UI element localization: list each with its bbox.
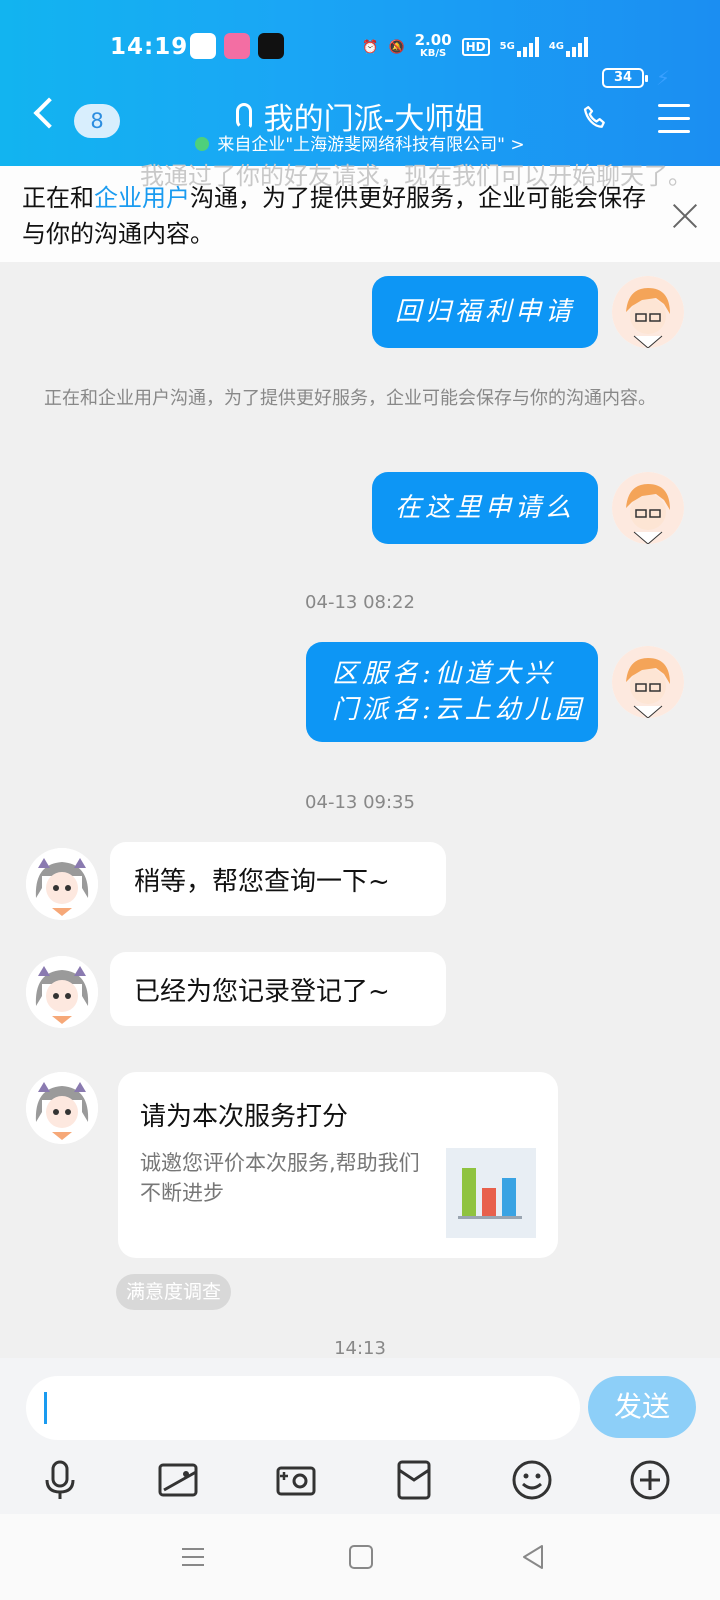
received-message[interactable]: 已经为您记录登记了~ [110,952,446,1026]
send-button[interactable]: 发送 [588,1376,696,1438]
red-packet-icon[interactable] [392,1458,436,1502]
satisfaction-survey-tag[interactable]: 满意度调查 [116,1274,232,1310]
agent-avatar[interactable] [26,956,98,1028]
received-message[interactable]: 稍等，帮您查询一下~ [110,842,446,916]
signal-5g-icon: 5G [500,37,539,57]
agent-avatar[interactable] [26,848,98,920]
chat-header: 14:19 ⏰ 🔕 2.00 KB/S HD 5G 4G 34 ⚡ 8 我的门派… [0,0,720,166]
ear-icon [235,103,252,129]
image-icon[interactable] [156,1458,200,1502]
home-square-icon[interactable] [346,1542,376,1572]
text-caret [44,1392,47,1424]
timestamp: 14:13 [334,1338,386,1359]
alarm-icon: ⏰ [362,39,379,55]
recents-menu-icon[interactable] [178,1542,208,1572]
hd-icon: HD [461,38,490,56]
timestamp: 04-13 09:35 [305,792,415,813]
battery-icon: 34 [602,68,648,88]
sent-message[interactable]: 区服名:仙道大兴 门派名:云上幼儿园 [306,642,598,742]
status-indicators: ⏰ 🔕 2.00 KB/S HD 5G 4G [362,31,658,60]
company-subtitle[interactable]: 来自企业"上海游斐网络科技有限公司" > [0,130,720,155]
signal-4g-icon: 4G [549,37,588,57]
system-message: 正在和企业用户沟通，为了提供更好服务，企业可能会保存与你的沟通内容。 [44,388,656,409]
input-area: 发送 [0,1358,720,1514]
status-bar: 14:19 ⏰ 🔕 2.00 KB/S HD 5G 4G 34 ⚡ [0,30,720,91]
close-notice-icon[interactable] [672,202,698,228]
camera-icon[interactable] [274,1458,318,1502]
mic-icon[interactable] [38,1458,82,1502]
message-input[interactable] [26,1376,580,1440]
baidu-app-icon [190,33,216,59]
my-avatar[interactable] [612,276,684,348]
network-speed: 2.00 KB/S [414,31,452,60]
enterprise-notice-banner: 我通过了你的好友请求，现在我们可以开始聊天了。 正在和企业用户沟通，为了提供更好… [0,162,720,262]
enterprise-user-link[interactable]: 企业用户 [94,184,190,212]
notice-text: 正在和企业用户沟通，为了提供更好服务，企业可能会保存与你的沟通内容。 [22,184,646,248]
bilibili-app-icon [224,33,250,59]
mute-icon: 🔕 [388,39,405,55]
status-time: 14:19 [110,34,189,60]
bar-chart-icon [446,1148,536,1238]
my-avatar[interactable] [612,646,684,718]
agent-avatar[interactable] [26,1072,98,1144]
emoji-icon[interactable] [510,1458,554,1502]
phone-call-icon[interactable] [580,104,610,134]
my-avatar[interactable] [612,472,684,544]
online-dot-icon [195,137,210,151]
sent-message[interactable]: 在这里申请么 [372,472,598,544]
survey-card-title: 请为本次服务打分 [140,1102,349,1132]
survey-card[interactable]: 请为本次服务打分 诚邀您评价本次服务,帮助我们不断进步 [118,1072,558,1258]
plus-icon[interactable] [628,1458,672,1502]
timestamp: 04-13 08:22 [305,592,415,613]
menu-icon[interactable] [658,104,690,143]
survey-card-description: 诚邀您评价本次服务,帮助我们不断进步 [140,1151,420,1205]
tiktok-app-icon [258,33,284,59]
charging-icon: ⚡ [655,66,670,90]
sent-message[interactable]: 回归福利申请 [372,276,598,348]
system-nav-bar [0,1514,720,1600]
back-triangle-icon[interactable] [518,1542,548,1572]
